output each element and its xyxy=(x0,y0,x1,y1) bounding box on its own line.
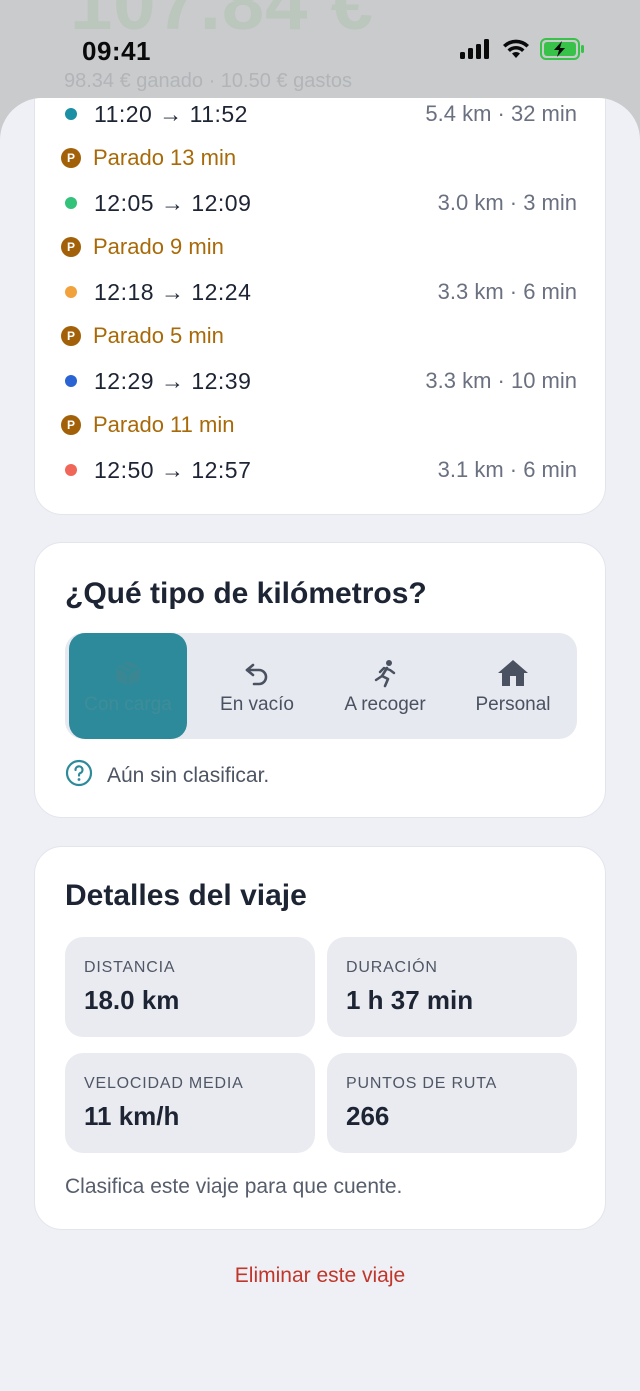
km-type-selector[interactable]: Con carga En vacío A recoger Personal xyxy=(65,633,577,739)
segment-time: 11:20 → 11:52 xyxy=(94,100,248,127)
stop-duration: Parado 5 min xyxy=(93,323,224,348)
stop-duration: Parado 13 min xyxy=(93,145,237,170)
km-type-title: ¿Qué tipo de kilómetros? xyxy=(65,577,427,610)
undo-arrow-icon xyxy=(242,656,272,690)
segment-time: 12:29 → 12:39 xyxy=(94,367,252,394)
trip-sheet[interactable]: 11:20 → 11:52 5.4 km · 32 min P Parado 1… xyxy=(0,98,640,1391)
segment-dot xyxy=(65,197,77,209)
segment-row[interactable]: 12:05 → 12:09 3.0 km · 3 min xyxy=(35,181,607,225)
stop-row: P Parado 9 min xyxy=(35,225,607,269)
wifi-icon xyxy=(503,39,529,58)
segment-meta: 3.1 km · 6 min xyxy=(437,457,577,482)
stop-duration: Parado 11 min xyxy=(93,412,235,437)
running-person-icon xyxy=(370,656,400,690)
option-label: En vacío xyxy=(220,694,294,715)
status-time: 09:41 xyxy=(82,36,151,66)
stat-value: 266 xyxy=(346,1101,390,1131)
segment-row[interactable]: 12:50 → 12:57 3.1 km · 6 min xyxy=(35,448,607,492)
stat-label: VELOCIDAD MEDIA xyxy=(84,1075,244,1092)
option-con-carga[interactable]: Con carga xyxy=(69,633,187,739)
stop-row: P Parado 13 min xyxy=(35,136,607,180)
stat-value: 18.0 km xyxy=(84,985,180,1015)
option-en-vacio[interactable]: En vacío xyxy=(193,633,321,739)
segment-row[interactable]: 12:18 → 12:24 3.3 km · 6 min xyxy=(35,270,607,314)
option-personal[interactable]: Personal xyxy=(449,633,577,739)
segment-meta: 5.4 km · 32 min xyxy=(425,101,577,126)
hint-text: Aún sin clasificar. xyxy=(107,763,270,787)
classification-hint: Aún sin clasificar. xyxy=(65,759,269,792)
stat-value: 1 h 37 min xyxy=(346,985,474,1015)
stat-route-points: PUNTOS DE RUTA 266 xyxy=(327,1053,577,1153)
trip-segments-card: 11:20 → 11:52 5.4 km · 32 min P Parado 1… xyxy=(34,98,606,515)
option-label: A recoger xyxy=(344,694,426,715)
status-bar: 09:41 xyxy=(0,0,640,100)
stat-duration: DURACIÓN 1 h 37 min xyxy=(327,937,577,1037)
trip-details-card: Detalles del viaje DISTANCIA 18.0 km DUR… xyxy=(34,846,606,1230)
option-label: Personal xyxy=(475,694,551,715)
segment-dot xyxy=(65,108,77,120)
segment-row[interactable]: 12:29 → 12:39 3.3 km · 10 min xyxy=(35,359,607,403)
parking-icon: P xyxy=(61,148,81,168)
km-type-card: ¿Qué tipo de kilómetros? Con carga En va… xyxy=(34,542,606,818)
stop-row: P Parado 11 min xyxy=(35,403,607,447)
stat-value: 11 km/h xyxy=(84,1101,180,1131)
stat-distance: DISTANCIA 18.0 km xyxy=(65,937,315,1037)
stop-duration: Parado 9 min xyxy=(93,234,224,259)
box-icon xyxy=(113,656,143,690)
home-icon xyxy=(497,656,529,690)
stop-row: P Parado 5 min xyxy=(35,314,607,358)
question-circle-icon xyxy=(65,759,93,792)
stat-average-speed: VELOCIDAD MEDIA 11 km/h xyxy=(65,1053,315,1153)
details-note: Clasifica este viaje para que cuente. xyxy=(65,1175,403,1198)
segment-meta: 3.3 km · 6 min xyxy=(437,279,577,304)
parking-icon: P xyxy=(61,237,81,257)
stat-label: DISTANCIA xyxy=(84,959,176,976)
stat-label: PUNTOS DE RUTA xyxy=(346,1075,498,1092)
segment-row[interactable]: 11:20 → 11:52 5.4 km · 32 min xyxy=(35,98,607,136)
stat-label: DURACIÓN xyxy=(346,959,438,976)
parking-icon: P xyxy=(61,326,81,346)
delete-trip-button[interactable]: Eliminar este viaje xyxy=(0,1264,640,1288)
segment-dot xyxy=(65,464,77,476)
signal-icon xyxy=(460,39,489,59)
segment-meta: 3.3 km · 10 min xyxy=(425,368,577,393)
segment-time: 12:50 → 12:57 xyxy=(94,456,252,483)
option-label: Con carga xyxy=(84,694,172,715)
status-icons xyxy=(460,38,586,60)
parking-icon: P xyxy=(61,415,81,435)
details-title: Detalles del viaje xyxy=(65,879,307,912)
segment-time: 12:18 → 12:24 xyxy=(94,278,252,305)
segment-dot xyxy=(65,286,77,298)
option-a-recoger[interactable]: A recoger xyxy=(321,633,449,739)
segment-meta: 3.0 km · 3 min xyxy=(437,190,577,215)
segment-dot xyxy=(65,375,77,387)
segment-time: 12:05 → 12:09 xyxy=(94,189,252,216)
battery-charging-icon xyxy=(540,38,584,60)
